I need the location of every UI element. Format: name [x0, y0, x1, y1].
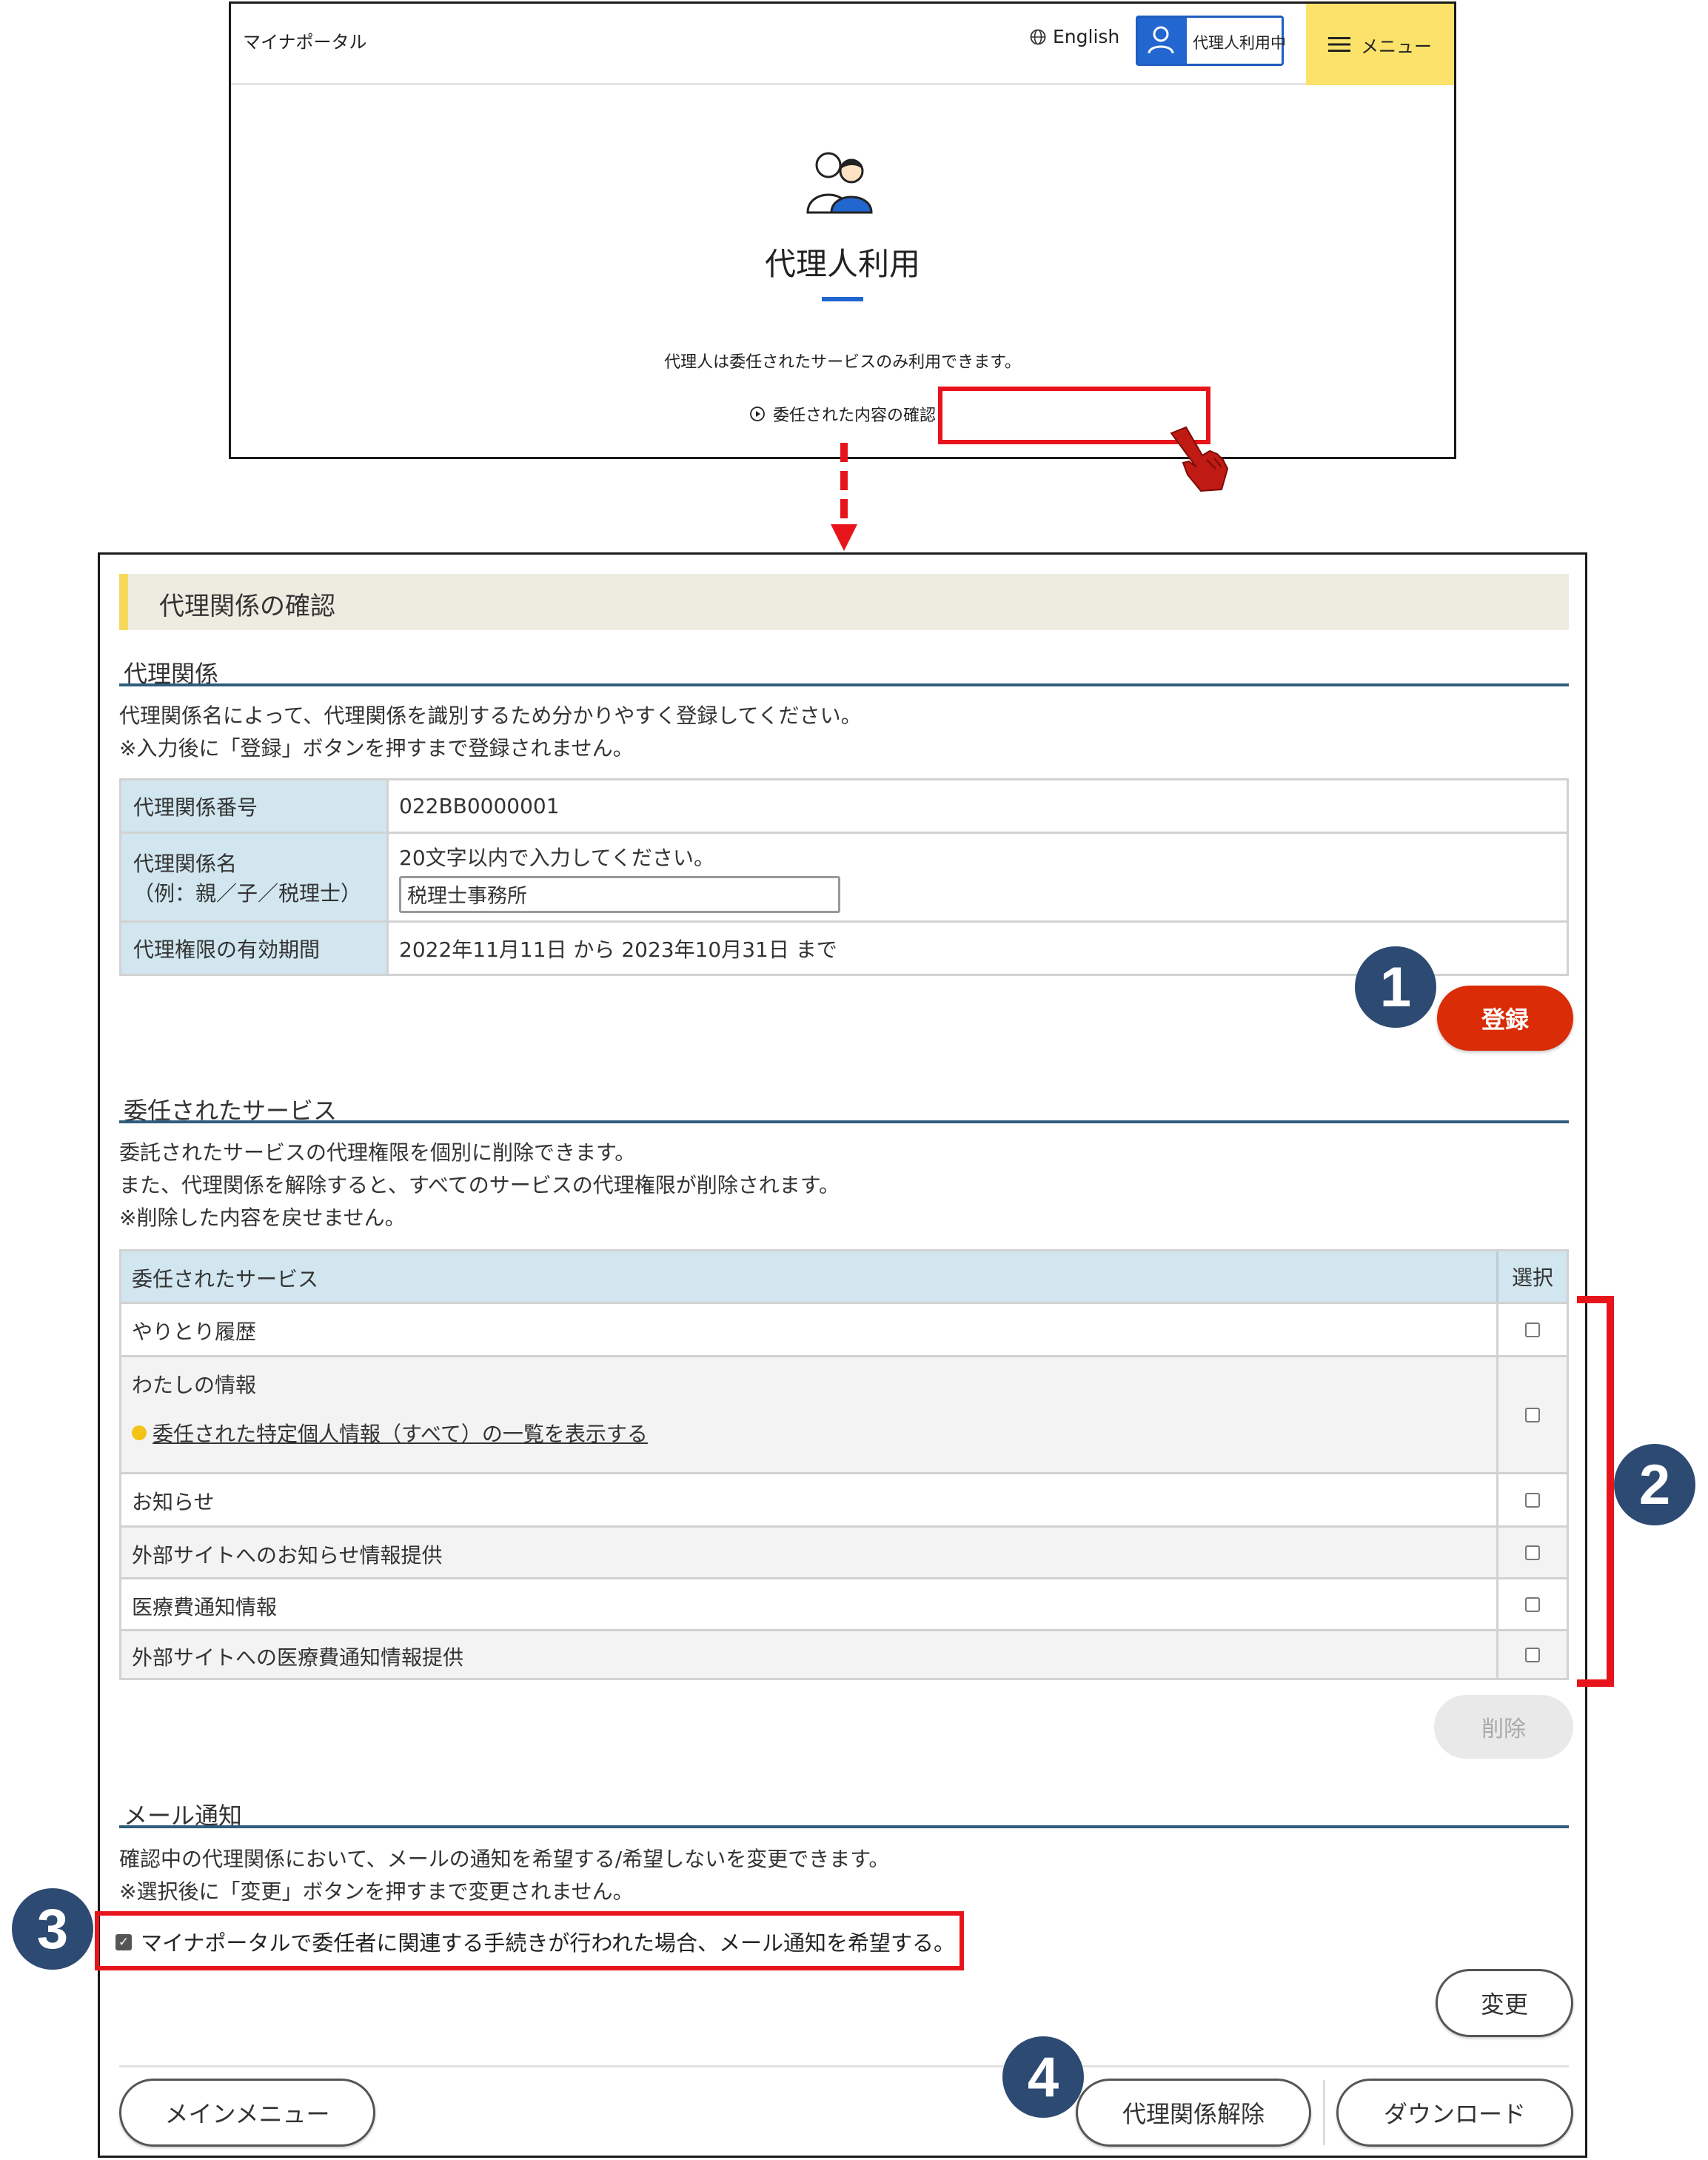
- services-desc-2: また、代理関係を解除すると、すべてのサービスの代理権限が削除されます。: [119, 1173, 840, 1197]
- mail-desc-2: ※選択後に「変更」ボタンを押すまで変更されません。: [119, 1879, 634, 1904]
- confirm-link-label: 委任された内容の確認: [772, 407, 936, 425]
- mail-notification-label: マイナポータルで委任者に関連する手続きが行われた場合、メール通知を希望する。: [141, 1930, 955, 1956]
- service-select-cell: [1496, 1474, 1567, 1525]
- service-sub-link-label: 委任された特定個人情報（すべて）の一覧を表示する: [153, 1422, 648, 1446]
- proxy-user-illustration-icon: [806, 152, 873, 214]
- service-name: やりとり履歴: [132, 1320, 257, 1344]
- relationship-period-label: 代理権限の有効期間: [119, 920, 389, 976]
- col-service-header: 委任されたサービス: [132, 1267, 319, 1291]
- service-sub-link[interactable]: 委任された特定個人情報（すべて）の一覧を表示する: [132, 1418, 648, 1448]
- register-button[interactable]: 登録: [1437, 986, 1573, 1051]
- footer-divider: [119, 2065, 1569, 2067]
- chevron-circle-icon: [132, 1425, 147, 1440]
- service-row: 外部サイトへのお知らせ情報提供: [121, 1525, 1567, 1577]
- relationship-rule: [119, 683, 1569, 686]
- checkbox-column-bracket: [1577, 1296, 1614, 1687]
- service-select-cell: [1496, 1304, 1567, 1355]
- service-checkbox[interactable]: [1525, 1407, 1540, 1422]
- service-row: 医療費通知情報: [121, 1577, 1567, 1629]
- mail-notification-checkbox[interactable]: ✓: [115, 1934, 132, 1950]
- relationship-name-row: 代理関係名 （例：親／子／税理士） 20文字以内で入力してください。: [119, 832, 1569, 923]
- service-select-cell: [1496, 1357, 1567, 1472]
- callout-badge-2: 2: [1614, 1444, 1695, 1525]
- service-select-cell: [1496, 1631, 1567, 1678]
- callout-badge-4: 4: [1002, 2036, 1084, 2118]
- callout-badge-1: 1: [1355, 946, 1436, 1028]
- service-row: わたしの情報 委任された特定個人情報（すべて）の一覧を表示する: [121, 1355, 1567, 1472]
- english-label: English: [1053, 26, 1120, 47]
- relationship-name-cell: 20文字以内で入力してください。: [386, 832, 1569, 923]
- service-name: 外部サイトへの医療費通知情報提供: [132, 1645, 464, 1670]
- relationship-name-input[interactable]: [399, 875, 840, 913]
- relationship-number-row: 代理関係番号 022BB0000001: [119, 778, 1569, 834]
- delete-button[interactable]: 削除: [1434, 1695, 1573, 1759]
- service-checkbox[interactable]: [1525, 1596, 1540, 1612]
- top-screen-panel: マイナポータル English 代理人利用中 メニュー 代理人利用 代理人は委任…: [229, 1, 1456, 492]
- col-select-header: 選択: [1496, 1251, 1567, 1302]
- relationship-name-label-line2: （例：親／子／税理士）: [133, 880, 362, 906]
- change-button[interactable]: 変更: [1436, 1969, 1573, 2037]
- top-header: マイナポータル English 代理人利用中 メニュー: [231, 4, 1454, 85]
- mail-notification-option[interactable]: ✓ マイナポータルで委任者に関連する手続きが行われた場合、メール通知を希望する。: [95, 1911, 964, 1970]
- user-icon: [1138, 18, 1187, 64]
- download-button[interactable]: ダウンロード: [1336, 2079, 1573, 2147]
- service-checkbox[interactable]: [1525, 1492, 1540, 1508]
- proxy-status-button[interactable]: 代理人利用中: [1136, 16, 1286, 66]
- service-select-cell: [1496, 1579, 1567, 1629]
- callout-badge-3: 3: [12, 1888, 93, 1970]
- services-desc-3: ※削除した内容を戻せません。: [119, 1206, 406, 1230]
- relationship-desc-1: 代理関係名によって、代理関係を識別するため分かりやすく登録してください。: [119, 703, 862, 728]
- relationship-info-table: 代理関係番号 022BB0000001 代理関係名 （例：親／子／税理士） 20…: [119, 778, 1569, 976]
- service-name: 医療費通知情報: [132, 1595, 278, 1619]
- relationship-name-label-line1: 代理関係名: [133, 851, 238, 876]
- proxy-use-title: 代理人利用: [764, 246, 920, 282]
- service-checkbox[interactable]: [1525, 1545, 1540, 1560]
- page-title: 代理関係の確認: [159, 592, 335, 621]
- relationship-desc-2: ※入力後に「登録」ボタンを押すまで登録されません。: [119, 736, 634, 760]
- service-checkbox[interactable]: [1525, 1322, 1540, 1337]
- proxy-use-description: 代理人は委任されたサービスのみ利用できます。: [664, 353, 1021, 372]
- service-row: やりとり履歴: [121, 1302, 1567, 1355]
- proxy-status-label: 代理人利用中: [1193, 34, 1286, 52]
- relationship-name-label: 代理関係名 （例：親／子／税理士）: [119, 832, 389, 923]
- service-name: わたしの情報: [132, 1373, 257, 1397]
- english-link[interactable]: English: [1029, 26, 1119, 47]
- service-name: お知らせ: [132, 1490, 215, 1514]
- menu-label: メニュー: [1361, 36, 1432, 57]
- hamburger-icon: [1328, 37, 1350, 52]
- play-circle-icon: [749, 406, 766, 427]
- services-table: 委任されたサービス 選択 やりとり履歴 わたしの情報 委任された特定個人情報（す…: [119, 1249, 1569, 1680]
- service-row: 外部サイトへの医療費通知情報提供: [121, 1629, 1567, 1678]
- relationship-name-hint: 20文字以内で入力してください。: [399, 845, 714, 870]
- service-select-cell: [1496, 1528, 1567, 1577]
- relationship-number-label: 代理関係番号: [119, 778, 389, 834]
- mail-rule: [119, 1825, 1569, 1828]
- app-title[interactable]: マイナポータル: [243, 27, 367, 53]
- menu-button[interactable]: メニュー: [1306, 4, 1454, 85]
- globe-icon: [1030, 29, 1046, 44]
- service-checkbox[interactable]: [1525, 1647, 1540, 1662]
- col-select-label: 選択: [1511, 1265, 1553, 1290]
- services-table-header: 委任されたサービス 選択: [121, 1251, 1567, 1302]
- services-rule: [119, 1120, 1569, 1123]
- services-desc-1: 委託されたサービスの代理権限を個別に削除できます。: [119, 1140, 636, 1165]
- relationship-period-row: 代理権限の有効期間 2022年11月11日 から 2023年10月31日 まで: [119, 920, 1569, 976]
- relationship-number-value: 022BB0000001: [386, 778, 1569, 834]
- footer-button-separator: [1323, 2080, 1325, 2145]
- mail-desc-1: 確認中の代理関係において、メールの通知を希望する/希望しないを変更できます。: [119, 1847, 890, 1871]
- release-relationship-button[interactable]: 代理関係解除: [1076, 2079, 1311, 2147]
- service-row: お知らせ: [121, 1472, 1567, 1525]
- page-header: 代理関係の確認: [119, 574, 1569, 630]
- main-menu-button[interactable]: メインメニュー: [119, 2079, 375, 2147]
- title-underline: [822, 297, 863, 301]
- proxy-relationship-panel: 代理関係の確認 代理関係 代理関係名によって、代理関係を識別するため分かりやすく…: [95, 552, 1587, 2158]
- pointing-hand-icon: [1170, 426, 1229, 492]
- confirm-delegation-link[interactable]: 委任された内容の確認: [231, 402, 1454, 427]
- service-name: 外部サイトへのお知らせ情報提供: [132, 1543, 443, 1568]
- flow-arrow-icon: [831, 443, 857, 551]
